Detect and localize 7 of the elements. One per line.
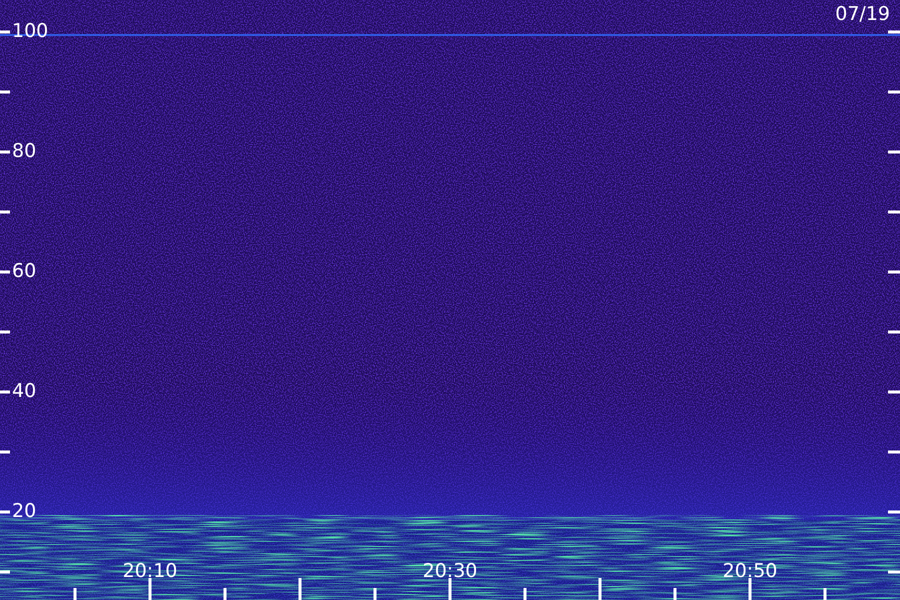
y-axis-label: 80 bbox=[12, 142, 36, 161]
y-axis-label: 20 bbox=[12, 502, 36, 521]
y-axis-label: 40 bbox=[12, 382, 36, 401]
y-axis-label: 60 bbox=[12, 262, 36, 281]
y-axis-label: 100 bbox=[12, 22, 48, 41]
date-label: 07/19 bbox=[835, 5, 890, 24]
x-axis-label: 20:10 bbox=[122, 562, 178, 581]
